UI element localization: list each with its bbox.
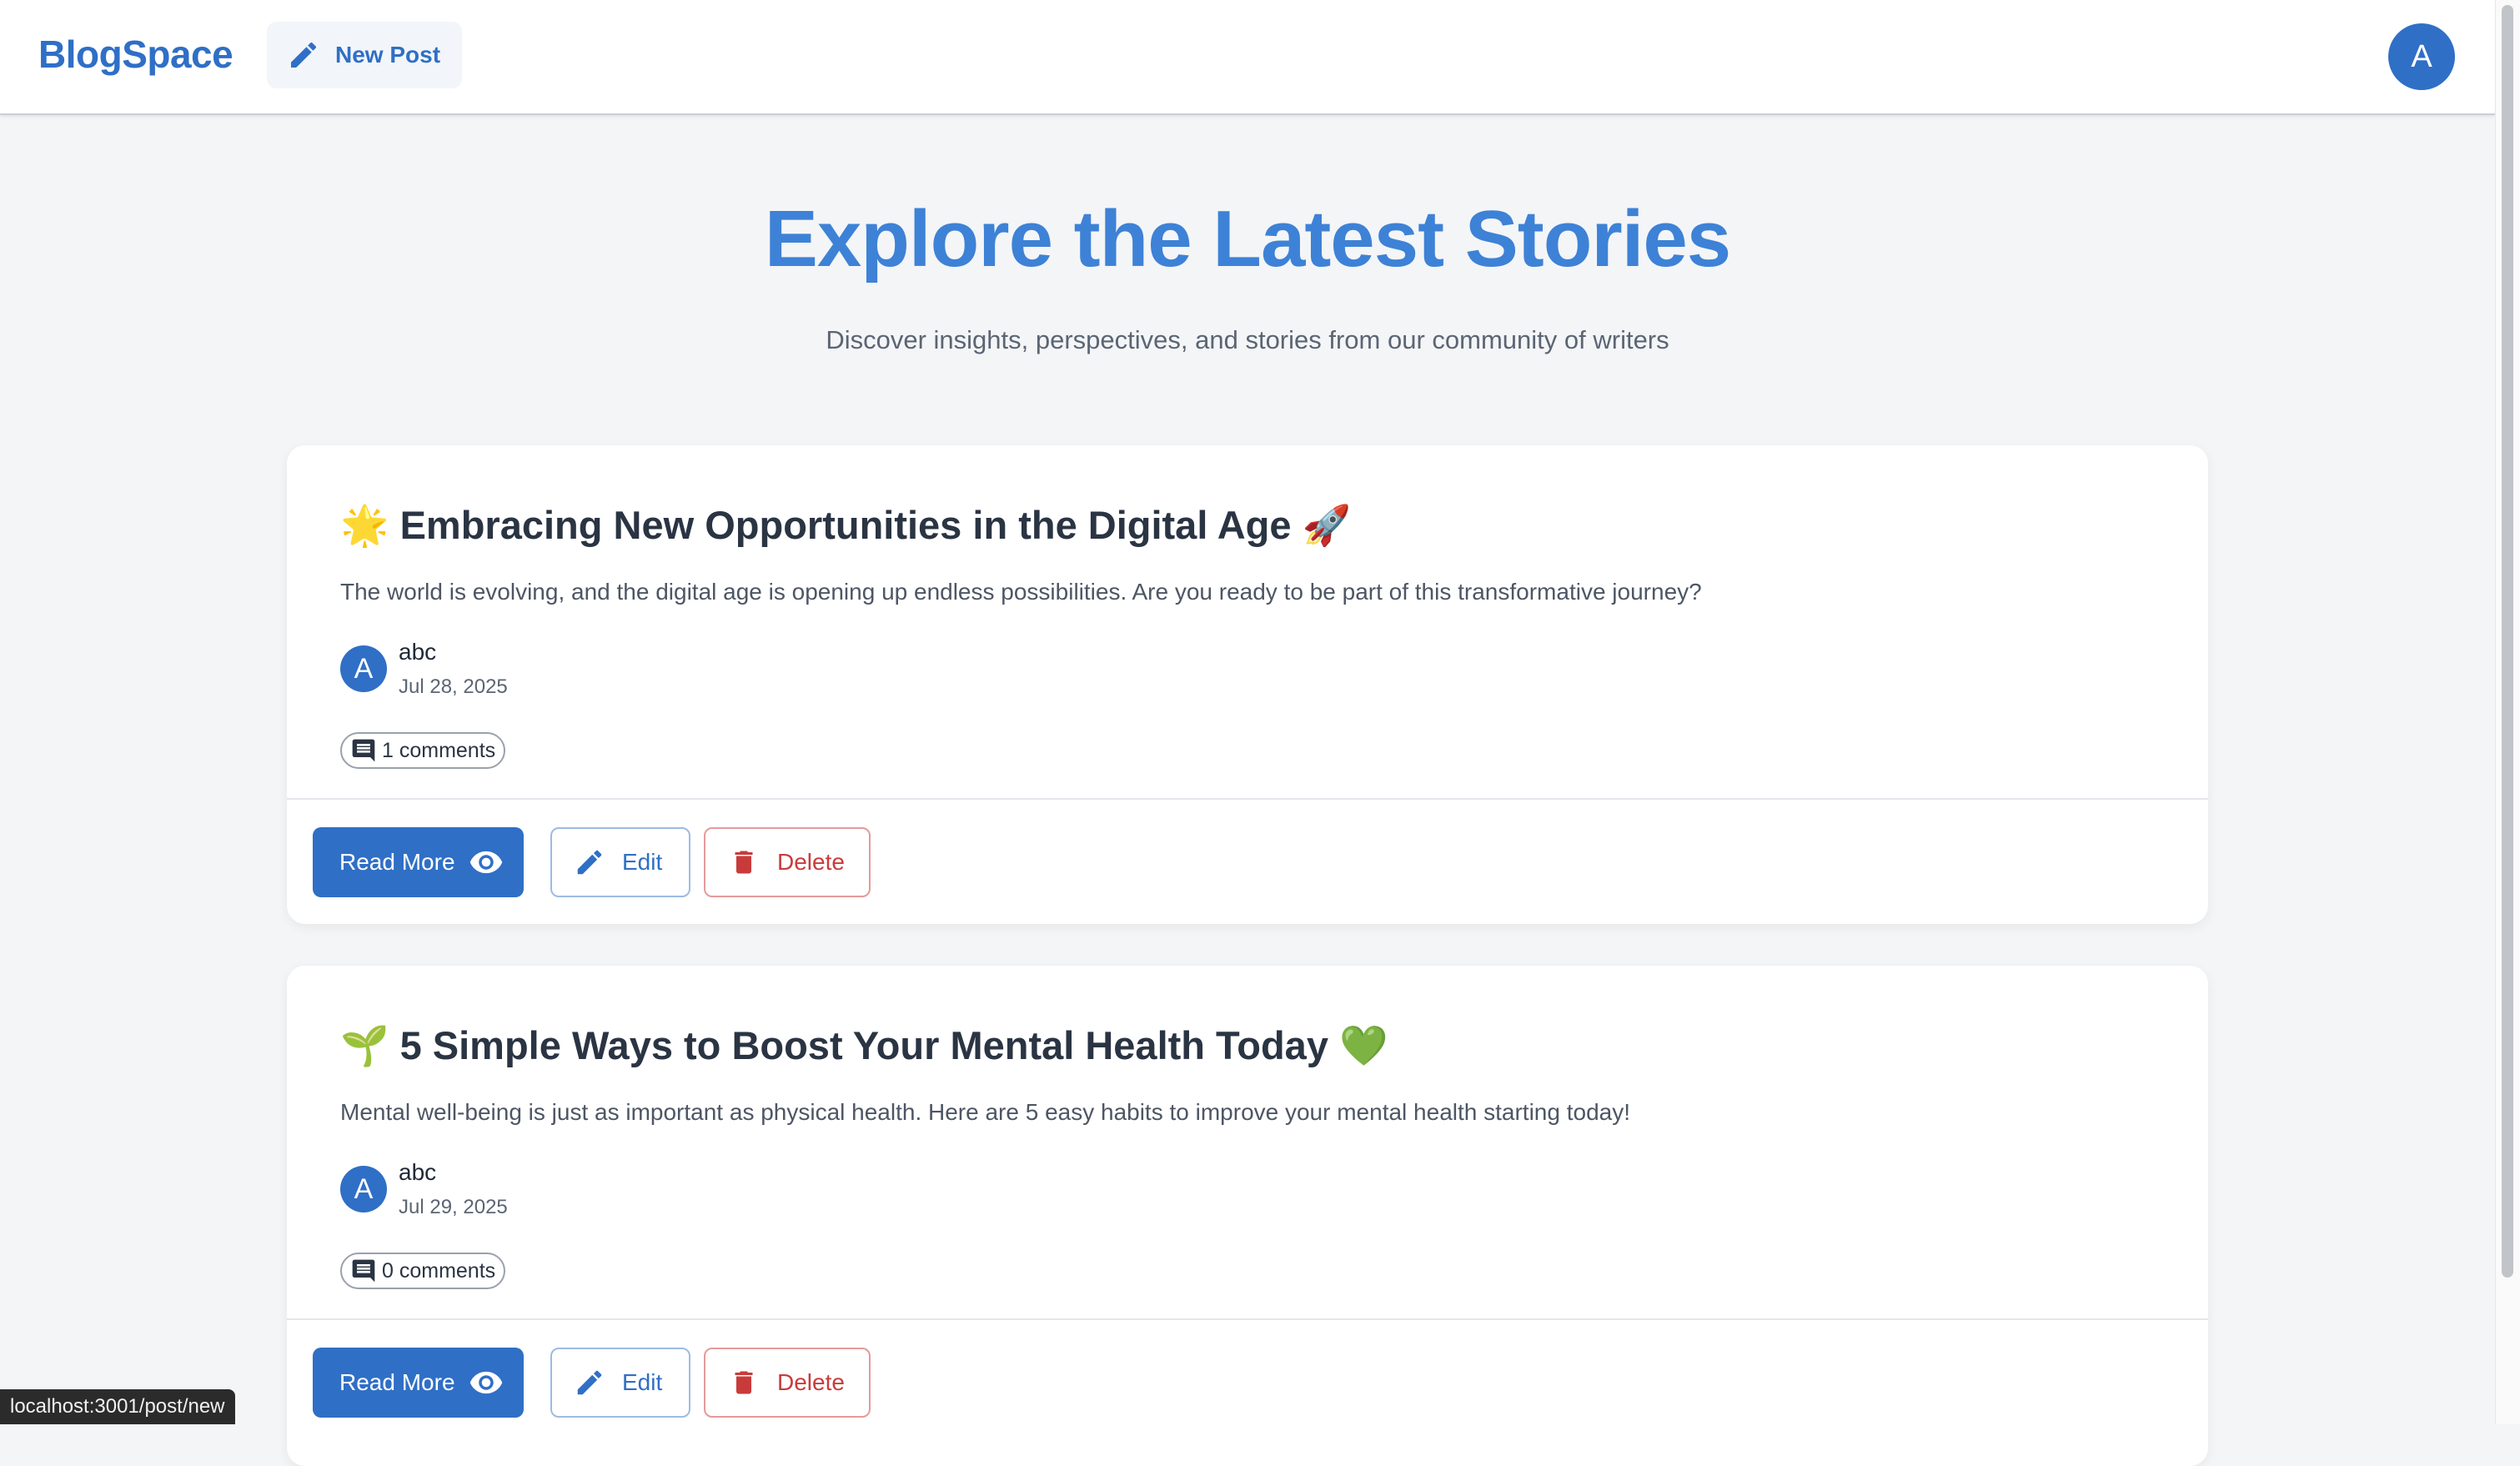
read-more-label: Read More [339,849,455,875]
author-avatar: A [340,645,387,692]
status-bar-url: localhost:3001/post/new [0,1389,235,1424]
post-title[interactable]: 🌱 5 Simple Ways to Boost Your Mental Hea… [340,1022,1388,1069]
delete-button[interactable]: Delete [704,827,871,897]
new-post-label: New Post [335,42,441,68]
brand-logo[interactable]: BlogSpace [38,32,233,77]
author-name: abc [399,639,437,665]
comment-icon [350,737,377,764]
page-subtitle: Discover insights, perspectives, and sto… [826,325,1669,354]
delete-label: Delete [777,849,845,875]
pencil-icon [287,38,320,72]
edit-label: Edit [622,849,663,875]
pencil-icon [574,846,605,878]
comments-chip[interactable]: 1 comments [340,732,506,769]
eye-icon [469,845,504,880]
read-more-button[interactable]: Read More [313,827,524,897]
edit-label: Edit [622,1369,663,1395]
post-date: Jul 28, 2025 [399,675,508,698]
trash-icon [729,1368,759,1398]
post-card: 🌱 5 Simple Ways to Boost Your Mental Hea… [287,966,2208,1466]
comments-chip[interactable]: 0 comments [340,1253,506,1289]
page-title: Explore the Latest Stories [764,194,1731,284]
edit-button[interactable]: Edit [550,827,690,897]
trash-icon [729,847,759,877]
delete-label: Delete [777,1369,845,1395]
user-avatar[interactable]: A [2388,23,2455,90]
pencil-icon [574,1367,605,1398]
read-more-label: Read More [339,1369,455,1395]
post-card: 🌟 Embracing New Opportunities in the Dig… [287,445,2208,924]
card-divider [287,1318,2208,1320]
scrollbar-thumb[interactable] [2502,5,2513,1278]
post-excerpt: Mental well-being is just as important a… [340,1099,1630,1125]
comments-count: 0 comments [382,1258,496,1283]
post-title[interactable]: 🌟 Embracing New Opportunities in the Dig… [340,502,1351,549]
author-name: abc [399,1159,437,1185]
post-excerpt: The world is evolving, and the digital a… [340,579,1702,605]
eye-icon [469,1365,504,1400]
card-divider [287,798,2208,800]
read-more-button[interactable]: Read More [313,1348,524,1418]
comment-icon [350,1258,377,1284]
delete-button[interactable]: Delete [704,1348,871,1418]
new-post-button[interactable]: New Post [267,22,462,88]
comments-count: 1 comments [382,738,496,762]
post-date: Jul 29, 2025 [399,1196,508,1218]
app-bar: BlogSpace New Post A [0,0,2495,115]
edit-button[interactable]: Edit [550,1348,690,1418]
author-avatar: A [340,1166,387,1212]
